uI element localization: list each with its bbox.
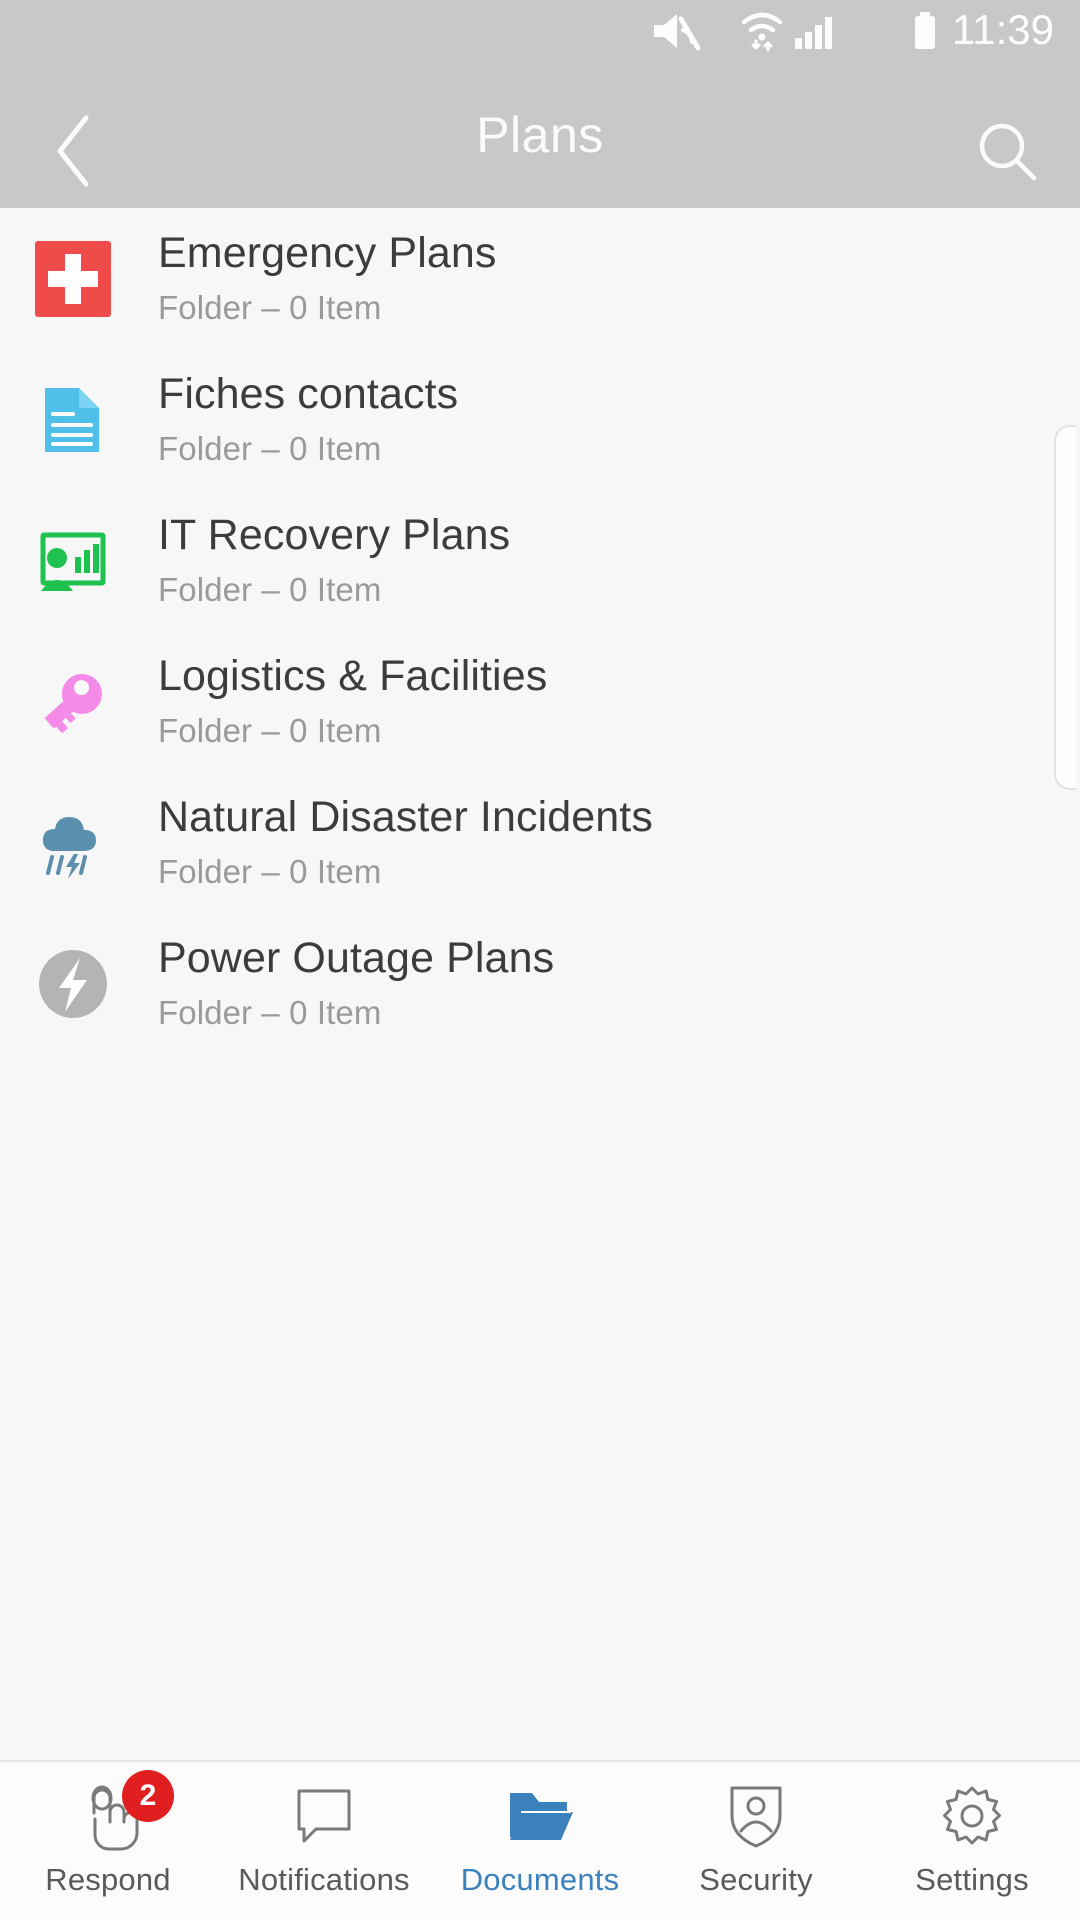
power-bolt-icon: [34, 945, 112, 1023]
list-item[interactable]: Power Outage Plans Folder – 0 Item: [0, 913, 1080, 1054]
search-button[interactable]: [968, 114, 1048, 194]
list-item[interactable]: Emergency Plans Folder – 0 Item: [0, 208, 1080, 349]
respond-badge: 2: [122, 1770, 174, 1822]
status-bar-time: 11:39: [952, 6, 1054, 53]
nav-item-respond[interactable]: Respond 2: [0, 1762, 216, 1920]
list-item-subtitle: Folder – 0 Item: [158, 852, 382, 890]
list-item[interactable]: IT Recovery Plans Folder – 0 Item: [0, 490, 1080, 631]
list-item-text: IT Recovery Plans Folder – 0 Item: [158, 509, 510, 613]
cellular-signal-icon: [792, 8, 838, 54]
first-aid-cross-icon: [34, 240, 112, 318]
list-item-text: Natural Disaster Incidents Folder – 0 It…: [158, 791, 653, 895]
list-item[interactable]: Natural Disaster Incidents Folder – 0 It…: [0, 772, 1080, 913]
list-item-subtitle: Folder – 0 Item: [158, 570, 382, 608]
key-icon: [34, 663, 112, 741]
page-title: Plans: [476, 107, 604, 163]
nav-item-notifications[interactable]: Notifications: [216, 1762, 432, 1920]
list-item-text: Fiches contacts Folder – 0 Item: [158, 368, 458, 472]
list-item-title: Emergency Plans: [158, 228, 497, 277]
list-item-text: Logistics & Facilities Folder – 0 Item: [158, 650, 547, 754]
battery-icon: [912, 8, 938, 54]
list-item-text: Power Outage Plans Folder – 0 Item: [158, 932, 554, 1036]
nav-label-settings: Settings: [915, 1862, 1029, 1897]
scrollbar[interactable]: [1054, 425, 1076, 790]
list-item-text: Emergency Plans Folder – 0 Item: [158, 227, 497, 331]
speech-bubble-icon: [288, 1780, 360, 1852]
list-item-subtitle: Folder – 0 Item: [158, 288, 382, 326]
list-item-title: Power Outage Plans: [158, 933, 555, 982]
list-item-subtitle: Folder – 0 Item: [158, 429, 382, 467]
folder-list[interactable]: Emergency Plans Folder – 0 Item Fiches c…: [0, 208, 1080, 1760]
nav-label-documents: Documents: [460, 1862, 620, 1897]
nav-label-security: Security: [699, 1862, 813, 1897]
nav-item-settings[interactable]: Settings: [864, 1762, 1080, 1920]
search-icon: [975, 119, 1041, 190]
list-item-title: Fiches contacts: [158, 369, 459, 418]
gear-icon: [936, 1780, 1008, 1852]
open-folder-icon: [504, 1780, 576, 1852]
nav-item-documents[interactable]: Documents: [432, 1762, 648, 1920]
wifi-icon: [740, 8, 784, 54]
nav-label-notifications: Notifications: [238, 1862, 410, 1897]
phone-screen: 11:39 Plans Emergency Plans Folder – 0 I…: [0, 0, 1080, 1920]
list-item-title: Natural Disaster Incidents: [158, 792, 653, 841]
bottom-navigation: Respond 2 Notifications Documents Securi…: [0, 1760, 1080, 1920]
shield-person-icon: [720, 1780, 792, 1852]
status-bar-icons: 11:39: [650, 6, 1054, 54]
list-item-subtitle: Folder – 0 Item: [158, 993, 382, 1031]
presentation-chart-icon: [34, 522, 112, 600]
nav-item-security[interactable]: Security: [648, 1762, 864, 1920]
status-bar: 11:39: [0, 0, 1080, 62]
list-item[interactable]: Logistics & Facilities Folder – 0 Item: [0, 631, 1080, 772]
document-icon: [34, 381, 112, 459]
storm-cloud-icon: [34, 804, 112, 882]
nav-label-respond: Respond: [45, 1862, 171, 1897]
list-item-title: Logistics & Facilities: [158, 651, 548, 700]
list-item-title: IT Recovery Plans: [158, 510, 511, 559]
list-item[interactable]: Fiches contacts Folder – 0 Item: [0, 349, 1080, 490]
app-bar: Plans: [0, 62, 1080, 208]
mute-icon: [650, 8, 702, 54]
list-item-subtitle: Folder – 0 Item: [158, 711, 382, 749]
